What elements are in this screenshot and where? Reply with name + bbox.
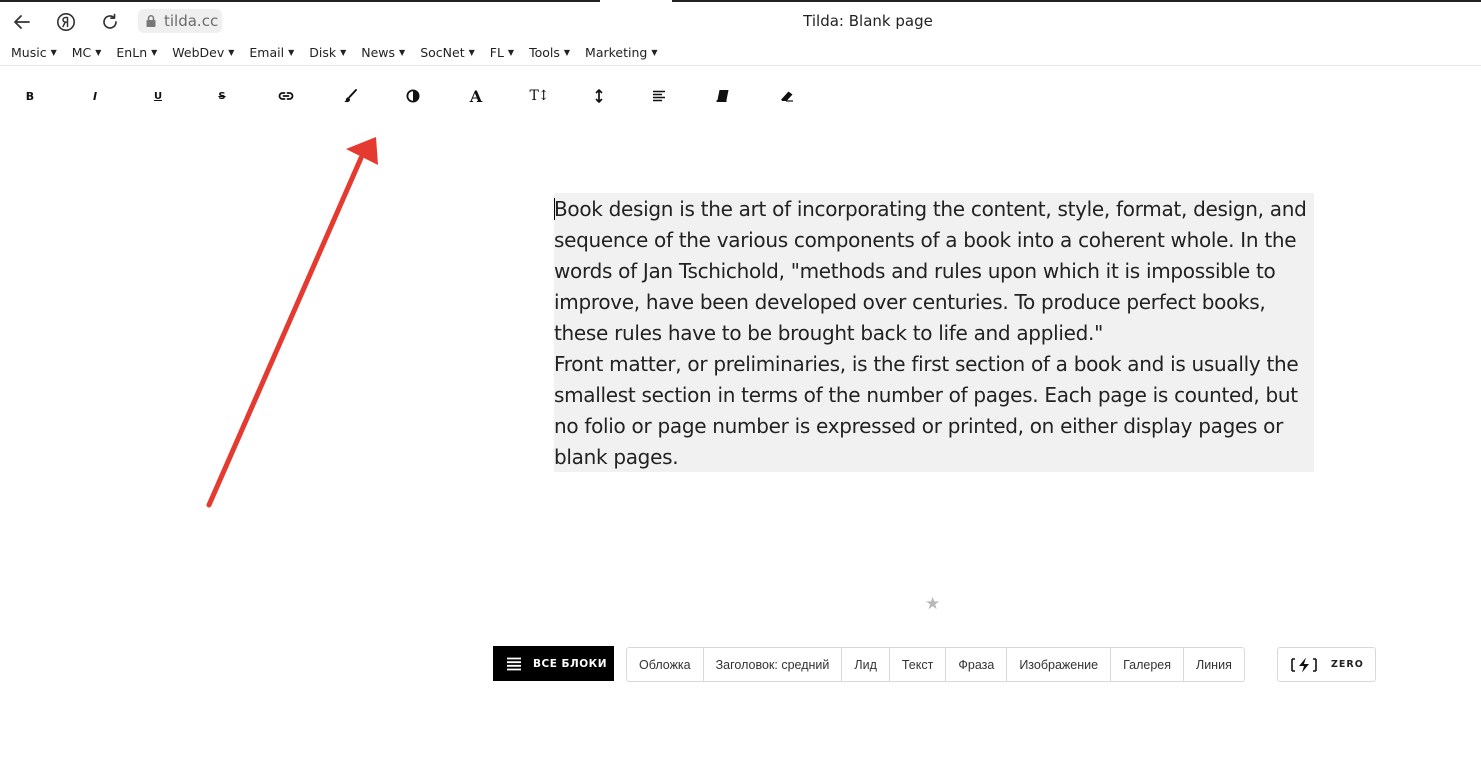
align-icon[interactable] — [647, 84, 671, 108]
chip-text[interactable]: Текст — [890, 648, 947, 681]
bookmark-folder-socnet[interactable]: SocNet ▼ — [420, 45, 475, 60]
text-cursor — [554, 198, 555, 220]
zero-lightning-icon — [1291, 657, 1317, 672]
bold-button[interactable]: B — [18, 84, 42, 108]
strikethrough-button[interactable]: S — [210, 84, 234, 108]
text-block[interactable]: Book design is the art of incorporating … — [554, 193, 1314, 472]
bookmark-folder-enln[interactable]: EnLn ▼ — [116, 45, 157, 60]
chevron-down-icon: ▼ — [563, 48, 571, 57]
book-icon[interactable] — [711, 84, 735, 108]
window-top-border — [0, 0, 1481, 2]
all-blocks-label: ВСЕ БЛОКИ — [533, 657, 608, 670]
font-size-button[interactable]: T↕ — [527, 84, 551, 108]
chevron-down-icon: ▼ — [468, 48, 475, 57]
page-title: Tilda: Blank page — [803, 12, 933, 30]
chip-heading-medium[interactable]: Заголовок: средний — [704, 648, 843, 681]
chevron-down-icon: ▼ — [151, 48, 158, 57]
window-top-gap — [600, 0, 672, 2]
bookmark-folder-news[interactable]: News ▼ — [361, 45, 405, 60]
bookmark-folder-music[interactable]: Music ▼ — [11, 45, 57, 60]
bookmarks-divider — [0, 65, 1481, 66]
contrast-icon[interactable] — [401, 84, 425, 108]
chip-cover[interactable]: Обложка — [627, 648, 704, 681]
bookmark-folder-mc[interactable]: MC ▼ — [72, 45, 102, 60]
font-family-button[interactable]: A — [464, 84, 488, 108]
bookmark-folder-webdev[interactable]: WebDev ▼ — [172, 45, 234, 60]
chevron-down-icon: ▼ — [399, 48, 406, 57]
chevron-down-icon: ▼ — [95, 48, 102, 57]
italic-button[interactable]: I — [83, 84, 107, 108]
bookmarks-bar: Music ▼ MC ▼ EnLn ▼ WebDev ▼ Email ▼ Disk ▼ Ne… — [11, 45, 673, 60]
chevron-down-icon: ▼ — [507, 48, 515, 57]
chip-line[interactable]: Линия — [1184, 648, 1244, 681]
zero-block-button[interactable]: ZERO — [1277, 647, 1376, 682]
all-blocks-button[interactable]: ВСЕ БЛОКИ — [493, 646, 614, 681]
chevron-down-icon: ▼ — [50, 48, 57, 57]
underline-button[interactable]: U — [146, 84, 170, 108]
chip-gallery[interactable]: Галерея — [1111, 648, 1184, 681]
chip-image[interactable]: Изображение — [1007, 648, 1112, 681]
bookmark-folder-email[interactable]: Email ▼ — [249, 45, 294, 60]
line-height-icon[interactable] — [587, 84, 611, 108]
text-paragraph-1[interactable]: Book design is the art of incorporating … — [554, 193, 1314, 349]
brush-icon[interactable] — [338, 84, 362, 108]
chip-phrase[interactable]: Фраза — [946, 648, 1008, 681]
link-icon[interactable] — [274, 84, 298, 108]
eraser-icon[interactable] — [775, 84, 799, 108]
bookmark-folder-marketing[interactable]: Marketing ▼ — [585, 45, 657, 60]
chevron-down-icon: ▼ — [340, 48, 347, 57]
bookmark-folder-fl[interactable]: FL ▼ — [490, 45, 514, 60]
chevron-down-icon: ▼ — [288, 48, 295, 57]
text-format-toolbar: B I U S A T↕ — [0, 84, 820, 108]
chevron-down-icon: ▼ — [228, 48, 235, 57]
chip-lead[interactable]: Лид — [842, 648, 890, 681]
chevron-down-icon: ▼ — [651, 48, 658, 57]
bookmark-folder-tools[interactable]: Tools ▼ — [529, 45, 570, 60]
bookmark-folder-disk[interactable]: Disk ▼ — [309, 45, 346, 60]
menu-icon — [507, 657, 521, 670]
block-type-chips: Обложка Заголовок: средний Лид Текст Фра… — [626, 647, 1245, 682]
star-icon[interactable]: ★ — [925, 594, 940, 614]
zero-label: ZERO — [1331, 659, 1364, 670]
text-paragraph-2[interactable]: Front matter, or preliminaries, is the f… — [554, 349, 1314, 473]
